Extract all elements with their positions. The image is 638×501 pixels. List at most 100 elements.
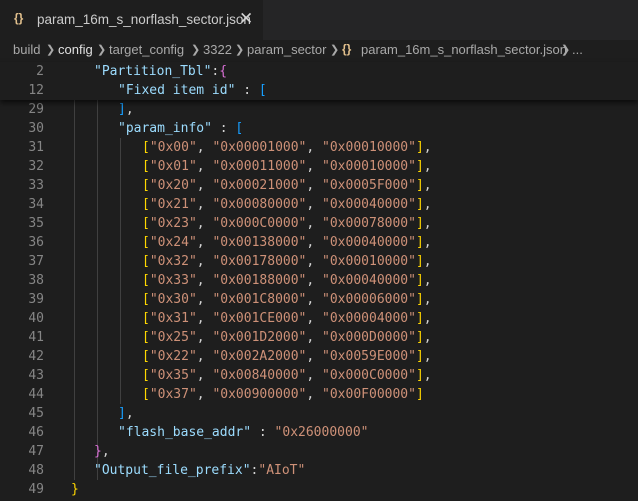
- code-line[interactable]: 39 ["0x30", "0x001C8000", "0x00006000"],: [0, 290, 638, 309]
- tab-param-16m-s-norflash-sector[interactable]: {} param_16m_s_norflash_sector.json ✕: [0, 0, 263, 40]
- json-string: "0x000D0000": [322, 330, 416, 345]
- breadcrumb-item-file[interactable]: param_16m_s_norflash_sector.json: [361, 42, 567, 57]
- json-string: "0x00138000": [212, 235, 307, 250]
- breadcrumb-item-param-sector[interactable]: param_sector: [247, 42, 326, 57]
- line-number: 37: [28, 254, 44, 269]
- line-number: 30: [28, 121, 44, 136]
- code-line[interactable]: 49 }: [0, 480, 638, 499]
- json-string: "0x25": [149, 330, 197, 345]
- code-line[interactable]: 41 ["0x25", "0x001D2000", "0x000D0000"],: [0, 328, 638, 347]
- code-line[interactable]: 43 ["0x35", "0x00840000", "0x000C0000"],: [0, 366, 638, 385]
- breadcrumb-item-config[interactable]: config: [58, 42, 93, 57]
- line-number: 32: [28, 159, 44, 174]
- code-line[interactable]: 36 ["0x24", "0x00138000", "0x00040000"],: [0, 233, 638, 252]
- json-bracket: ]: [415, 330, 424, 345]
- json-punct: ,: [423, 159, 432, 174]
- json-key: "Output_file_prefix": [94, 463, 251, 478]
- json-string: "0x00080000": [212, 197, 307, 212]
- json-punct: ,: [306, 330, 323, 345]
- code-line[interactable]: 47 },: [0, 442, 638, 461]
- json-bracket: ]: [415, 292, 424, 307]
- json-punct: ,: [101, 444, 110, 459]
- json-bracket: [: [258, 83, 267, 98]
- json-punct: ,: [306, 368, 323, 383]
- json-string: "0x35": [149, 368, 197, 383]
- code-line[interactable]: 32 ["0x01", "0x00011000", "0x00010000"],: [0, 157, 638, 176]
- json-punct: ,: [306, 235, 323, 250]
- json-punct: ,: [196, 292, 213, 307]
- line-number: 29: [28, 102, 44, 117]
- code-line[interactable]: 44 ["0x37", "0x00900000", "0x00F00000"]: [0, 385, 638, 404]
- json-bracket: ]: [415, 311, 424, 326]
- json-punct: ,: [306, 140, 323, 155]
- json-string: "0x00010000": [322, 254, 416, 269]
- json-punct: ,: [196, 140, 213, 155]
- line-number: 33: [28, 178, 44, 193]
- json-bracket: ]: [415, 140, 424, 155]
- json-punct: :: [251, 425, 275, 440]
- code-line[interactable]: 30 "param_info" : [: [0, 119, 638, 138]
- code-line[interactable]: 42 ["0x22", "0x002A2000", "0x0059E000"],: [0, 347, 638, 366]
- json-string: "0x01": [149, 159, 197, 174]
- tab-label: param_16m_s_norflash_sector.json: [37, 12, 251, 27]
- json-punct: ,: [306, 273, 323, 288]
- close-icon[interactable]: ✕: [239, 9, 253, 29]
- json-punct: :: [235, 83, 259, 98]
- json-punct: ,: [306, 292, 323, 307]
- sticky-line[interactable]: 12 "Fixed item id" : [: [0, 81, 638, 100]
- json-string: "0x00006000": [322, 292, 416, 307]
- json-bracket: [: [235, 121, 244, 136]
- json-bracket: }: [94, 444, 102, 459]
- json-bracket: [: [142, 197, 150, 212]
- json-bracket: ]: [415, 159, 424, 174]
- json-punct: ,: [423, 197, 432, 212]
- code-line[interactable]: 35 ["0x23", "0x000C0000", "0x00078000"],: [0, 214, 638, 233]
- json-punct: ,: [423, 235, 432, 250]
- json-string: "0x001D2000": [212, 330, 307, 345]
- json-punct: :: [211, 121, 236, 136]
- line-number: 36: [28, 235, 44, 250]
- json-bracket: [: [142, 140, 150, 155]
- code-line[interactable]: 38 ["0x33", "0x00188000", "0x00040000"],: [0, 271, 638, 290]
- json-string: "0x00010000": [322, 159, 416, 174]
- json-string: "0x37": [149, 387, 197, 402]
- json-punct: ,: [196, 216, 213, 231]
- breadcrumb-ellipsis[interactable]: ...: [572, 42, 583, 57]
- json-bracket: }: [71, 482, 79, 497]
- code-editor[interactable]: 2 "Partition_Tbl":{ 12 "Fixed item id" :…: [0, 62, 638, 501]
- json-bracket: ]: [118, 406, 126, 421]
- chevron-right-icon: ❯: [561, 44, 571, 56]
- json-punct: ,: [196, 349, 213, 364]
- json-punct: ,: [196, 254, 213, 269]
- json-punct: ,: [306, 311, 323, 326]
- json-string: "0x00004000": [322, 311, 416, 326]
- json-punct: ,: [423, 216, 432, 231]
- breadcrumb-item-3322[interactable]: 3322: [203, 42, 232, 57]
- sticky-scroll-header: 2 "Partition_Tbl":{ 12 "Fixed item id" :…: [0, 62, 638, 100]
- code-line[interactable]: 40 ["0x31", "0x001CE000", "0x00004000"],: [0, 309, 638, 328]
- json-string: "0x00040000": [322, 197, 416, 212]
- code-line[interactable]: 45 ],: [0, 404, 638, 423]
- json-string: "0x00040000": [322, 273, 416, 288]
- code-line[interactable]: 37 ["0x32", "0x00178000", "0x00010000"],: [0, 252, 638, 271]
- json-string: "0x0059E000": [322, 349, 416, 364]
- json-punct: ,: [196, 159, 213, 174]
- json-string: "0x26000000": [274, 425, 369, 440]
- json-bracket: [: [142, 292, 150, 307]
- json-string: "0x00840000": [212, 368, 307, 383]
- code-line[interactable]: 48 "Output_file_prefix":"AIoT": [0, 461, 638, 480]
- code-line[interactable]: 29 ],: [0, 100, 638, 119]
- chevron-right-icon: ❯: [330, 44, 340, 56]
- json-bracket: [: [142, 216, 150, 231]
- json-punct: ,: [306, 349, 323, 364]
- code-line[interactable]: 33 ["0x20", "0x00021000", "0x0005F000"],: [0, 176, 638, 195]
- breadcrumb-item-build[interactable]: build: [13, 42, 40, 57]
- breadcrumb-item-target-config[interactable]: target_config: [109, 42, 184, 57]
- code-line[interactable]: 31 ["0x00", "0x00001000", "0x00010000"],: [0, 138, 638, 157]
- json-punct: ,: [196, 387, 213, 402]
- code-line[interactable]: 46 "flash_base_addr" : "0x26000000": [0, 423, 638, 442]
- sticky-line[interactable]: 2 "Partition_Tbl":{: [0, 62, 638, 81]
- json-punct: ,: [306, 387, 323, 402]
- line-number: 40: [28, 311, 44, 326]
- code-line[interactable]: 34 ["0x21", "0x00080000", "0x00040000"],: [0, 195, 638, 214]
